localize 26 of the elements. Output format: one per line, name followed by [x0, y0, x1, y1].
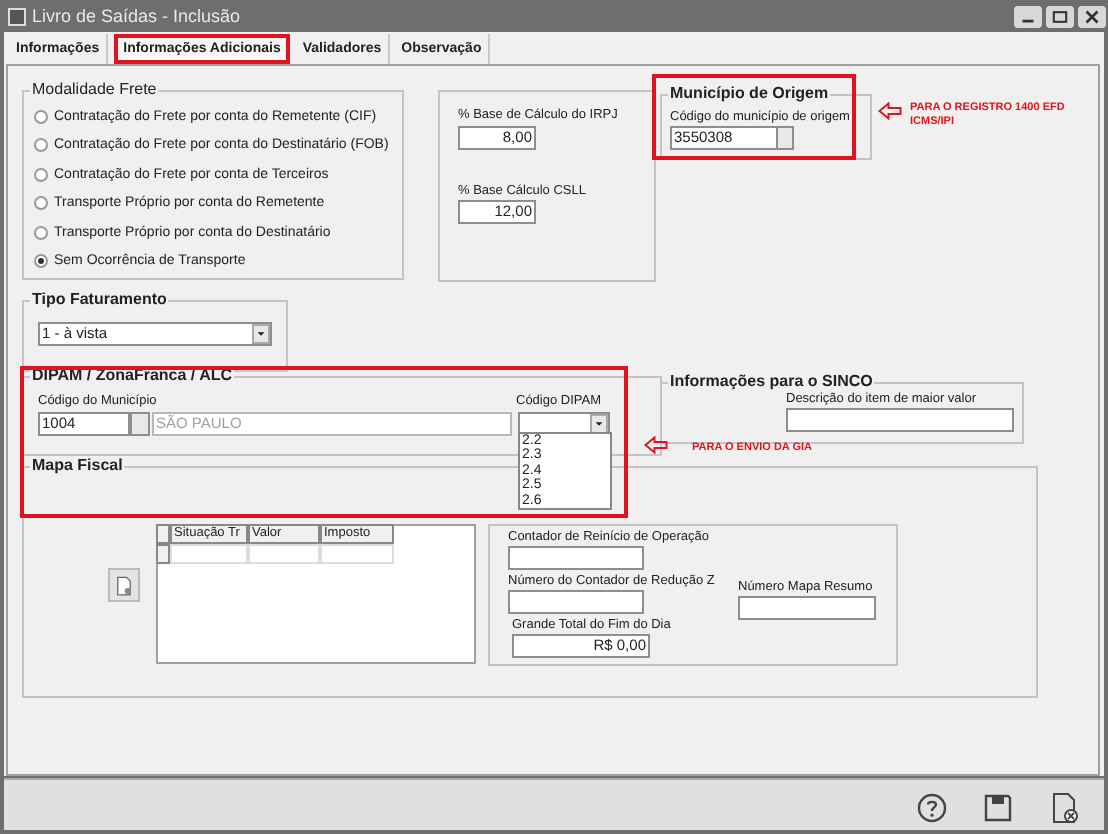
table-cell	[170, 544, 248, 564]
group-title: Informações para o SINCO	[668, 372, 875, 392]
minimize-button[interactable]	[1014, 6, 1042, 28]
maximize-button[interactable]	[1046, 6, 1074, 28]
grid-corner	[156, 524, 170, 544]
group-title: Mapa Fiscal	[30, 456, 125, 476]
close-button[interactable]	[1078, 6, 1106, 28]
group-title: Modalidade Frete	[30, 80, 159, 100]
window-title: Livro de Saídas - Inclusão	[32, 6, 241, 26]
input-field[interactable]	[786, 408, 1014, 432]
input-field[interactable]	[738, 596, 876, 620]
group-title: Tipo Faturamento	[30, 290, 169, 310]
arrow-icon	[874, 102, 906, 126]
window-icon	[8, 8, 26, 26]
document-close-icon[interactable]	[1048, 792, 1080, 824]
arrow-icon	[640, 436, 672, 460]
table-cell	[320, 544, 394, 564]
document-gear-icon	[114, 573, 134, 597]
row-header	[156, 544, 170, 564]
input-field[interactable]	[508, 590, 644, 614]
table-cell	[248, 544, 320, 564]
toolbar-button[interactable]	[108, 568, 140, 602]
input-field[interactable]	[508, 546, 644, 570]
help-icon[interactable]	[916, 792, 948, 824]
save-icon[interactable]	[982, 792, 1014, 824]
group-title: Município de Origem	[668, 84, 831, 104]
